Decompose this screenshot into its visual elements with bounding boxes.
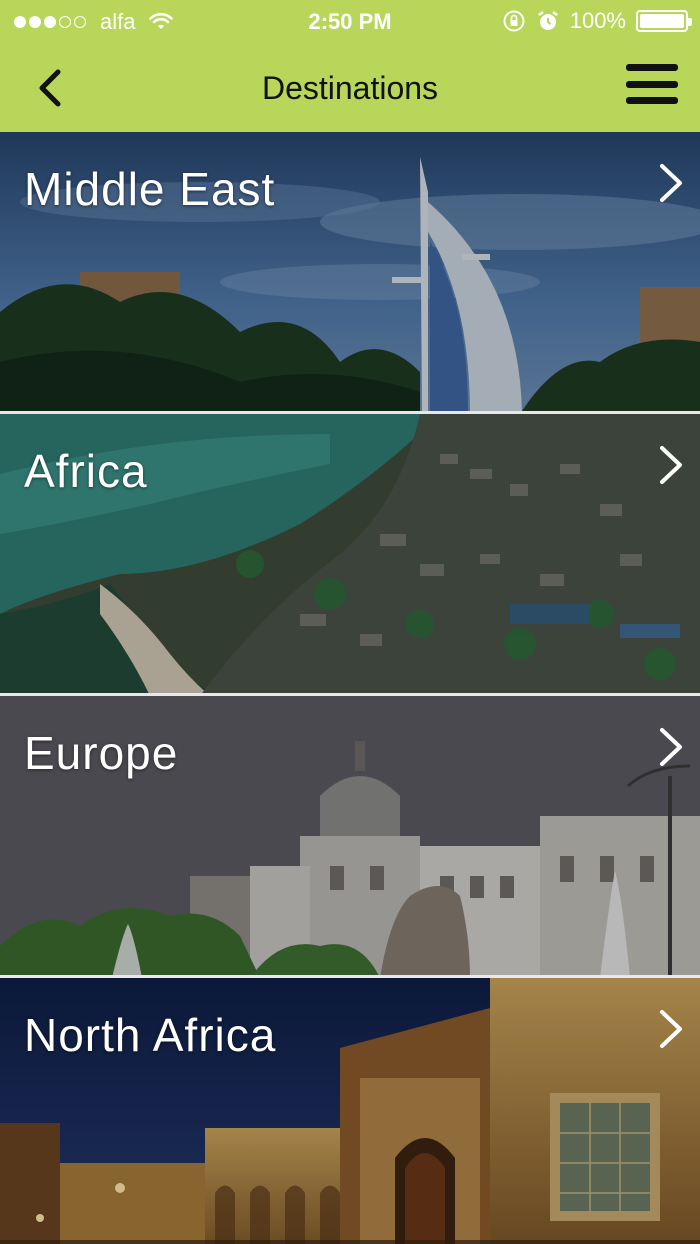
chevron-right-icon xyxy=(660,446,682,484)
battery-icon xyxy=(636,10,692,32)
navigation-bar: Destinations xyxy=(0,44,700,132)
menu-button[interactable] xyxy=(626,62,678,106)
chevron-right-icon xyxy=(660,728,682,766)
status-bar-right: 100% xyxy=(502,8,692,34)
alarm-clock-icon xyxy=(537,11,558,30)
destination-title: Middle East xyxy=(24,163,276,215)
hamburger-menu-icon xyxy=(626,64,678,71)
destination-list: Middle East Africa Europe North Africa xyxy=(0,132,700,1244)
destination-card-africa[interactable]: Africa xyxy=(0,414,700,696)
hamburger-menu-icon xyxy=(626,80,678,88)
rotation-lock-icon xyxy=(503,10,525,32)
destination-title: Africa xyxy=(24,445,148,497)
chevron-right-icon xyxy=(660,1010,682,1048)
battery-fill xyxy=(640,14,684,28)
hamburger-menu-icon xyxy=(626,97,678,104)
destination-title: North Africa xyxy=(24,1009,277,1061)
battery-percentage: 100% xyxy=(569,8,626,33)
destination-card-europe[interactable]: Europe xyxy=(0,696,700,978)
destination-card-middle-east[interactable]: Middle East xyxy=(0,132,700,414)
page-title: Destinations xyxy=(261,70,439,106)
status-bar: alfa 2:50 PM 100% xyxy=(0,0,700,44)
destination-title: Europe xyxy=(24,727,179,779)
destination-card-north-africa[interactable]: North Africa xyxy=(0,978,700,1244)
chevron-right-icon xyxy=(660,164,682,202)
